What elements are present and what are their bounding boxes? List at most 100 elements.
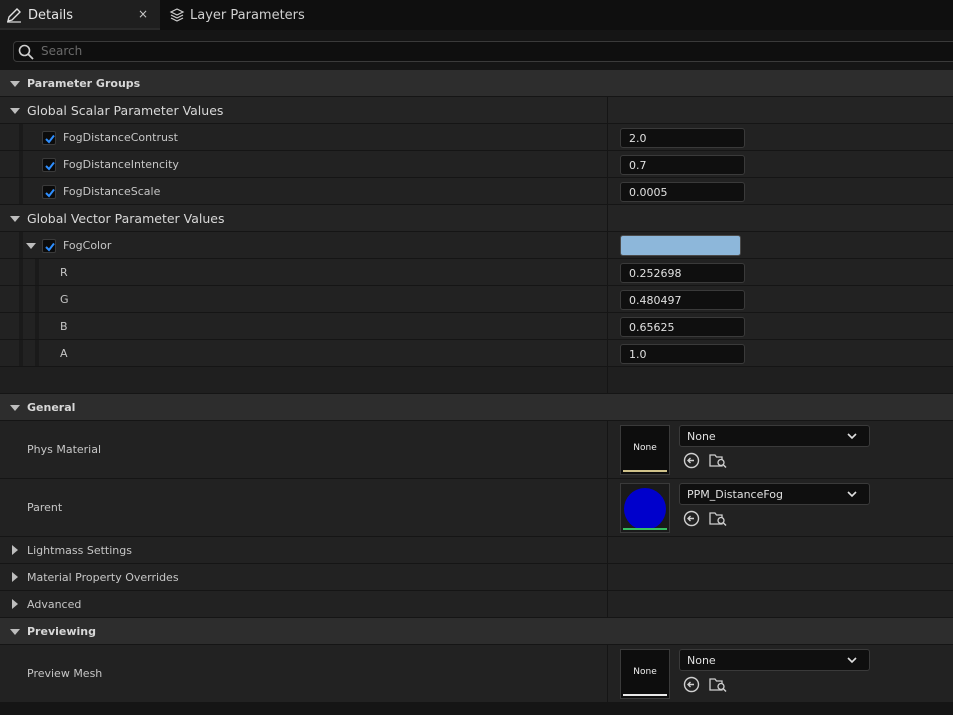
checkbox-checked-icon[interactable] xyxy=(42,131,56,145)
category-label: Parameter Groups xyxy=(27,77,141,90)
pencil-icon xyxy=(7,8,21,23)
param-name: FogDistanceContrust xyxy=(63,131,178,144)
use-selected-icon[interactable] xyxy=(683,510,700,527)
chevron-down-icon xyxy=(847,657,857,664)
channel-value: 0.480497 xyxy=(629,294,682,307)
close-icon[interactable]: × xyxy=(138,7,148,21)
use-selected-icon[interactable] xyxy=(683,676,700,693)
channel-value-field[interactable]: 1.0 xyxy=(620,344,745,364)
channel-value: 0.65625 xyxy=(629,321,675,334)
layers-icon xyxy=(169,8,185,22)
group-label: Lightmass Settings xyxy=(27,544,132,557)
group-label: Global Vector Parameter Values xyxy=(27,211,225,226)
dropdown-value: None xyxy=(687,430,716,443)
channel-value: 1.0 xyxy=(629,348,647,361)
prop-row-preview-mesh: Preview Mesh None None xyxy=(0,645,953,703)
group-label: Material Property Overrides xyxy=(27,571,179,584)
prop-label: Parent xyxy=(27,501,63,514)
channel-value-field[interactable]: 0.65625 xyxy=(620,317,745,337)
scalar-row-fog-distance-scale: FogDistanceScale 0.0005 xyxy=(0,178,953,205)
material-sphere-preview xyxy=(624,488,666,530)
search-icon xyxy=(18,44,34,60)
asset-thumbnail[interactable] xyxy=(620,483,670,533)
prop-label: Preview Mesh xyxy=(27,667,103,680)
channel-row-b: B 0.65625 xyxy=(0,313,953,340)
channel-row-a: A 1.0 xyxy=(0,340,953,367)
prop-row-phys-material: Phys Material None None xyxy=(0,421,953,479)
checkbox-checked-icon[interactable] xyxy=(42,158,56,172)
collapse-arrow-icon xyxy=(10,108,20,114)
color-swatch[interactable] xyxy=(620,235,741,256)
scalar-row-fog-distance-contrust: FogDistanceContrust 2.0 xyxy=(0,124,953,151)
channel-row-g: G 0.480497 xyxy=(0,286,953,313)
param-name: FogDistanceScale xyxy=(63,185,161,198)
checkbox-checked-icon[interactable] xyxy=(42,239,56,253)
thumbnail-label: None xyxy=(633,667,657,677)
search-input[interactable]: Search xyxy=(13,41,953,62)
channel-label: G xyxy=(60,293,69,306)
prop-label: Phys Material xyxy=(27,443,102,456)
channel-label: B xyxy=(60,320,68,333)
vector-row-fog-color: FogColor xyxy=(0,232,953,259)
dropdown-value: PPM_DistanceFog xyxy=(687,488,784,501)
tab-layer-parameters-label: Layer Parameters xyxy=(190,8,305,23)
param-value-field[interactable]: 0.0005 xyxy=(620,182,745,202)
prop-row-parent: Parent PPM_DistanceFog xyxy=(0,479,953,537)
chevron-down-icon xyxy=(847,491,857,498)
dropdown-value: None xyxy=(687,654,716,667)
channel-label: R xyxy=(60,266,68,279)
checkbox-checked-icon[interactable] xyxy=(42,185,56,199)
use-selected-icon[interactable] xyxy=(683,452,700,469)
param-value: 0.7 xyxy=(629,159,647,172)
group-global-vector[interactable]: Global Vector Parameter Values xyxy=(0,205,953,232)
chevron-down-icon xyxy=(847,433,857,440)
search-placeholder: Search xyxy=(41,44,83,58)
collapse-arrow-icon xyxy=(10,629,20,635)
asset-thumbnail[interactable]: None xyxy=(620,649,670,699)
tab-details-label: Details xyxy=(28,8,74,23)
param-name: FogColor xyxy=(63,239,112,252)
scalar-row-fog-distance-intencity: FogDistanceIntencity 0.7 xyxy=(0,151,953,178)
asset-picker-dropdown[interactable]: PPM_DistanceFog xyxy=(679,483,870,505)
group-label: Advanced xyxy=(27,598,82,611)
param-value-field[interactable]: 0.7 xyxy=(620,155,745,175)
asset-type-underline xyxy=(623,694,667,696)
asset-thumbnail[interactable]: None xyxy=(620,425,670,475)
asset-type-underline xyxy=(623,528,667,530)
category-label: Previewing xyxy=(27,625,96,638)
browse-icon[interactable] xyxy=(709,676,727,693)
group-advanced[interactable]: Advanced xyxy=(0,591,953,618)
category-previewing[interactable]: Previewing xyxy=(0,618,953,645)
param-value-field[interactable]: 2.0 xyxy=(620,128,745,148)
group-lightmass-settings[interactable]: Lightmass Settings xyxy=(0,537,953,564)
asset-type-underline xyxy=(623,470,667,472)
channel-value: 0.252698 xyxy=(629,267,682,280)
collapse-arrow-icon xyxy=(10,405,20,411)
channel-label: A xyxy=(60,347,68,360)
asset-picker-dropdown[interactable]: None xyxy=(679,425,870,447)
collapse-arrow-icon[interactable] xyxy=(26,243,36,249)
browse-icon[interactable] xyxy=(709,510,727,527)
param-name: FogDistanceIntencity xyxy=(63,158,179,171)
tab-layer-parameters[interactable]: Layer Parameters xyxy=(160,0,320,30)
param-value: 0.0005 xyxy=(629,186,668,199)
group-label: Global Scalar Parameter Values xyxy=(27,103,224,118)
channel-value-field[interactable]: 0.252698 xyxy=(620,263,745,283)
tab-details[interactable]: Details × xyxy=(0,0,160,30)
spacer-row xyxy=(0,367,953,394)
expand-arrow-icon xyxy=(12,572,18,582)
browse-icon[interactable] xyxy=(709,452,727,469)
group-material-property-overrides[interactable]: Material Property Overrides xyxy=(0,564,953,591)
collapse-arrow-icon xyxy=(10,216,20,222)
expand-arrow-icon xyxy=(12,545,18,555)
channel-row-r: R 0.252698 xyxy=(0,259,953,286)
category-general[interactable]: General xyxy=(0,394,953,421)
group-global-scalar[interactable]: Global Scalar Parameter Values xyxy=(0,97,953,124)
category-label: General xyxy=(27,401,76,414)
channel-value-field[interactable]: 0.480497 xyxy=(620,290,745,310)
collapse-arrow-icon xyxy=(10,81,20,87)
asset-picker-dropdown[interactable]: None xyxy=(679,649,870,671)
category-parameter-groups[interactable]: Parameter Groups xyxy=(0,70,953,97)
thumbnail-label: None xyxy=(633,443,657,453)
param-value: 2.0 xyxy=(629,132,647,145)
